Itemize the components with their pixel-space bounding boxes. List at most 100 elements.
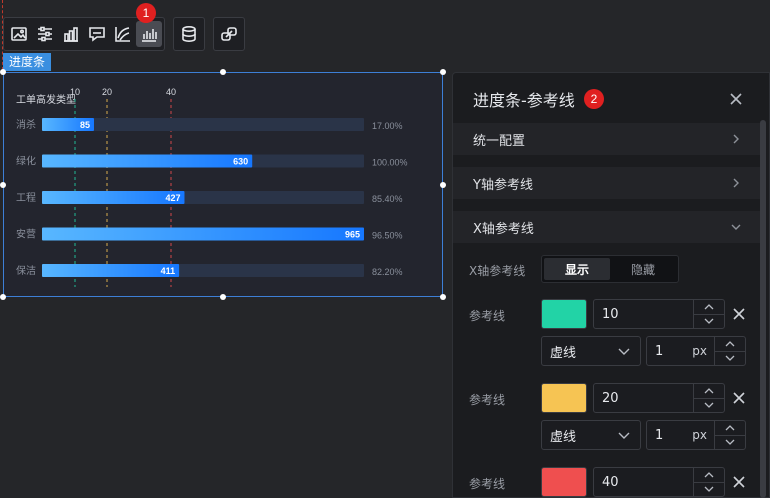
toolbar-group-data [173,17,205,51]
resize-handle-b[interactable] [220,294,226,300]
chevron-up-icon[interactable] [694,384,724,398]
panel-title: 进度条-参考线 [473,91,575,110]
resize-handle-bl[interactable] [0,294,6,300]
line-style-value: 虚线 [550,429,577,445]
resize-handle-br[interactable] [440,294,446,300]
show-option[interactable]: 显示 [544,258,610,280]
chevron-up-icon[interactable] [715,337,745,351]
percent-label: 85.40% [372,194,403,204]
toolbar [3,17,245,51]
x-axis-ref-label: X轴参考线 [469,264,526,278]
bar [42,227,364,241]
ref-line-label: 参考线 [469,477,506,491]
resize-handle-t[interactable] [220,69,226,75]
ref-line-value-input[interactable]: 40 [593,467,725,497]
ref-line-label: 参考线 [469,309,506,323]
ref-line-value-input[interactable]: 10 [593,299,725,329]
remove-ref-line-icon[interactable] [731,306,747,322]
line-width-input[interactable]: 1 px [646,420,746,450]
bar-value-label: 965 [345,230,360,240]
chevron-up-icon[interactable] [715,421,745,435]
visibility-toggle: 显示 隐藏 [541,255,679,283]
chevron-down-icon[interactable] [715,350,745,366]
percent-label: 82.20% [372,267,403,277]
link-icon[interactable] [216,21,242,47]
section-y-axis-ref[interactable]: Y轴参考线 [453,167,763,199]
bar [42,154,253,168]
remove-ref-line-icon[interactable] [731,390,747,406]
comment-chart-icon[interactable] [84,21,110,47]
percent-label: 17.00% [372,121,403,131]
database-icon[interactable] [176,21,202,47]
close-icon[interactable] [729,91,743,105]
toolbar-group-link [213,17,245,51]
step-badge-2: 2 [584,89,604,109]
config-panel: 进度条-参考线 2 统一配置 Y轴参考线 X轴参考线 X轴参考线 显示 隐藏 参… [452,72,770,498]
bar-value-label: 630 [233,157,248,167]
line-width-unit: px [692,344,707,358]
ref-line-color-swatch[interactable] [541,383,587,413]
section-label: Y轴参考线 [473,177,533,193]
chevron-down-icon [618,432,630,439]
chevron-right-icon [733,178,739,188]
chevron-down-icon[interactable] [694,397,724,413]
progress-chart-widget[interactable]: 工单高发类型 10 20 40 消杀 85 17.00% 绿化 630 100.00% 工程 427 8… [3,72,443,297]
percent-label: 100.00% [372,158,408,168]
line-style-select[interactable]: 虚线 [541,420,641,450]
chevron-down-icon [618,348,630,355]
sliders-icon[interactable] [32,21,58,47]
section-global-config[interactable]: 统一配置 [453,123,763,155]
remove-ref-line-icon[interactable] [731,474,747,490]
bar-chart-icon[interactable] [58,21,84,47]
ref-line-label: 参考线 [469,393,506,407]
line-width-unit: px [692,428,707,442]
category-label: 工程 [16,192,36,204]
ref-line-color-swatch[interactable] [541,299,587,329]
category-label: 消杀 [16,118,36,131]
section-label: X轴参考线 [473,221,534,237]
ref-line-value: 10 [602,306,619,322]
reference-line-label: 40 [166,87,176,97]
curve-icon[interactable] [110,21,136,47]
bar-value-label: 411 [161,266,176,276]
resize-handle-r[interactable] [440,182,446,188]
ref-line-value: 40 [602,474,619,490]
hide-option[interactable]: 隐藏 [610,258,676,280]
chevron-down-icon[interactable] [694,481,724,497]
line-style-value: 虚线 [550,345,577,361]
resize-handle-tr[interactable] [440,69,446,75]
ref-line-value: 20 [602,390,619,406]
chevron-up-icon[interactable] [694,468,724,482]
ref-line-value-input[interactable]: 20 [593,383,725,413]
bar [42,191,185,204]
section-label: 统一配置 [473,133,526,149]
ref-line-color-swatch[interactable] [541,467,587,497]
chevron-down-icon[interactable] [694,313,724,329]
reference-line-label: 20 [102,87,112,97]
percent-label: 96.50% [372,231,403,241]
line-style-select[interactable]: 虚线 [541,336,641,366]
chevron-down-icon[interactable] [715,434,745,450]
category-label: 安营 [16,228,36,241]
toolbar-group-charts [3,17,165,51]
step-badge-1: 1 [136,3,156,23]
line-width-input[interactable]: 1 px [646,336,746,366]
chevron-right-icon [733,134,739,144]
bar-value-label: 85 [80,120,90,130]
chevron-down-icon [731,224,741,230]
reference-line-label: 10 [70,87,80,97]
progress-chart: 工单高发类型10 20 40 消杀 85 17.00% 绿化 630 100.00% 工程 427 8… [16,87,408,287]
chevron-up-icon[interactable] [694,300,724,314]
section-x-axis-ref[interactable]: X轴参考线 [453,211,763,243]
resize-handle-l[interactable] [0,182,6,188]
bar [42,264,180,277]
progress-chart-icon[interactable] [136,21,162,47]
category-label: 保洁 [16,264,36,277]
panel-scrollbar[interactable] [760,120,766,498]
chart-title: 工单高发类型 [16,93,76,106]
component-label[interactable]: 进度条 [3,53,52,71]
resize-handle-tl[interactable] [0,69,6,75]
category-label: 绿化 [16,155,36,168]
image-icon[interactable] [6,21,32,47]
bar-value-label: 427 [165,193,180,203]
